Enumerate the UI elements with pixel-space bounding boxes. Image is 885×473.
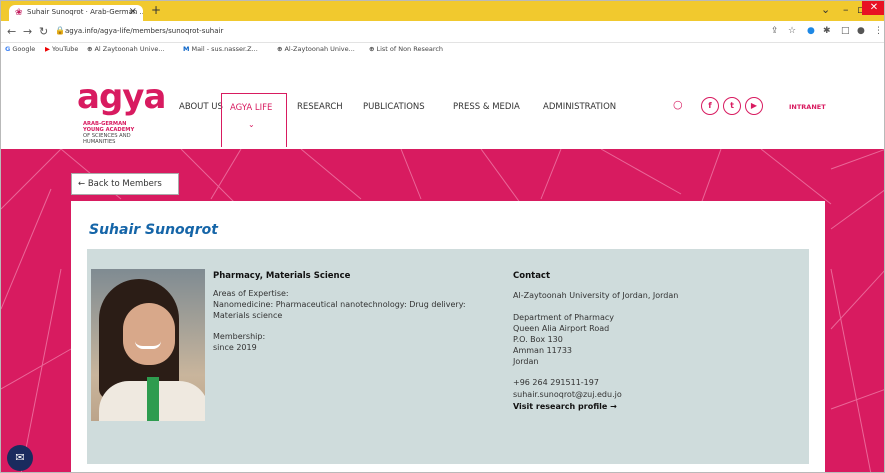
window-close-icon[interactable]: ✕ xyxy=(862,1,884,15)
sidebar-icon[interactable]: □ xyxy=(841,26,850,36)
logo-line: HUMANITIES xyxy=(83,139,116,145)
google-icon: G xyxy=(5,45,11,53)
url-bar[interactable]: 🔒 agya.info/agya-life/members/sunoqrot-s… xyxy=(55,25,815,39)
address-toolbar: ← → ↻ 🔒 agya.info/agya-life/members/suno… xyxy=(1,21,884,43)
nav-press-media[interactable]: PRESS & MEDIA xyxy=(453,102,520,112)
menu-kebab-icon[interactable]: ⋮ xyxy=(874,26,883,36)
bookmark-label: List of Non Research xyxy=(376,45,444,53)
membership-label: Membership: xyxy=(213,332,266,341)
reload-icon[interactable]: ↻ xyxy=(39,25,48,38)
browser-window: ❀ Suhair Sunoqrot · Arab-German ... × + … xyxy=(0,0,885,473)
extension-icon[interactable]: ● xyxy=(807,26,815,36)
member-photo xyxy=(91,269,205,421)
profile-card: Suhair Sunoqrot Pharmacy, Materials Scie… xyxy=(71,201,825,472)
bookmark-zaytoonah-1[interactable]: ⊕ Al Zaytoonah Unive... xyxy=(87,45,165,53)
url-text: agya.info/agya-life/members/sunoqrot-suh… xyxy=(65,27,224,35)
puzzle-extensions-icon[interactable]: ✱ xyxy=(823,26,831,36)
bookmark-mail[interactable]: M Mail - sus.nasser.Z... xyxy=(183,45,258,53)
visit-research-profile-link[interactable]: Visit research profile → xyxy=(513,402,617,411)
bookmarks-bar: G Google ▶ YouTube ⊕ Al Zaytoonah Unive... … xyxy=(1,43,884,57)
institution: Al-Zaytoonah University of Jordan, Jorda… xyxy=(513,291,679,300)
bookmark-google[interactable]: G Google xyxy=(5,45,35,53)
chevron-down-icon: ⌄ xyxy=(248,120,255,129)
back-to-members-button[interactable]: ← Back to Members xyxy=(71,173,179,195)
intranet-link[interactable]: INTRANET xyxy=(789,103,826,111)
address-line: Amman 11733 xyxy=(513,346,573,355)
twitter-icon[interactable]: t xyxy=(723,97,741,115)
forward-arrow-icon[interactable]: → xyxy=(23,25,32,38)
close-tab-icon[interactable]: × xyxy=(129,6,137,17)
logo-subtitle: ARAB-GERMAN YOUNG ACADEMY xyxy=(83,121,134,133)
bookmark-list-research[interactable]: ⊕ List of Non Research xyxy=(369,45,443,53)
nav-about-us[interactable]: ABOUT US xyxy=(179,102,223,112)
facebook-icon[interactable]: f xyxy=(701,97,719,115)
bookmark-star-icon[interactable]: ☆ xyxy=(788,26,796,36)
email-link[interactable]: suhair.sunoqrot@zuj.edu.jo xyxy=(513,390,622,400)
youtube-icon: ▶ xyxy=(45,45,50,53)
agya-logo[interactable]: agya ARAB-GERMAN YOUNG ACADEMY OF SCIENC… xyxy=(77,77,166,151)
tab-title: Suhair Sunoqrot · Arab-German ... xyxy=(27,8,143,16)
new-tab-button[interactable]: + xyxy=(151,3,161,17)
discipline-heading: Pharmacy, Materials Science xyxy=(213,271,351,281)
nav-research[interactable]: RESEARCH xyxy=(297,102,343,112)
bookmark-zaytoonah-2[interactable]: ⊕ Al-Zaytoonah Unive... xyxy=(277,45,355,53)
site-header: agya ARAB-GERMAN YOUNG ACADEMY OF SCIENC… xyxy=(1,57,884,151)
profile-info-box: Pharmacy, Materials Science Areas of Exp… xyxy=(87,249,809,464)
globe-icon: ⊕ xyxy=(87,45,93,53)
back-arrow-icon[interactable]: ← xyxy=(7,25,16,38)
nav-administration[interactable]: ADMINISTRATION xyxy=(543,102,616,112)
logo-wordmark: agya xyxy=(77,77,166,117)
address-line: P.O. Box 130 xyxy=(513,335,563,344)
nav-agya-life[interactable]: AGYA LIFE ⌄ xyxy=(221,93,287,147)
globe-icon: ⊕ xyxy=(277,45,283,53)
bookmark-label: Al-Zaytoonah Unive... xyxy=(284,45,355,53)
minimize-icon[interactable]: – xyxy=(843,3,849,16)
globe-icon: ⊕ xyxy=(369,45,375,53)
bookmark-label: Mail - sus.nasser.Z... xyxy=(191,45,258,53)
membership-value: since 2019 xyxy=(213,343,257,352)
share-icon[interactable]: ⇪ xyxy=(771,26,779,36)
site-favicon-icon: ❀ xyxy=(15,8,23,18)
tab-search-chevron-icon[interactable]: ⌄ xyxy=(821,3,830,16)
profile-icon[interactable]: ● xyxy=(857,26,865,36)
contact-heading: Contact xyxy=(513,271,551,281)
areas-value-2: Materials science xyxy=(213,311,283,320)
member-name: Suhair Sunoqrot xyxy=(89,222,218,238)
browser-tab[interactable]: ❀ Suhair Sunoqrot · Arab-German ... × xyxy=(9,5,143,21)
address-line: Jordan xyxy=(513,357,539,366)
logo-subtitle-2: OF SCIENCES AND HUMANITIES xyxy=(83,133,131,145)
bookmark-label: YouTube xyxy=(52,45,79,53)
search-icon[interactable]: ○ xyxy=(673,98,683,111)
areas-label: Areas of Expertise: xyxy=(213,289,289,298)
phone-number[interactable]: +96 264 291511-197 xyxy=(513,378,599,388)
chat-widget-icon[interactable]: ✉ xyxy=(7,445,33,471)
nav-agya-life-label: AGYA LIFE xyxy=(230,103,273,113)
mail-icon: M xyxy=(183,45,190,53)
bookmark-label: Google xyxy=(12,45,36,53)
tab-strip: ❀ Suhair Sunoqrot · Arab-German ... × + … xyxy=(1,1,884,21)
address-line: Department of Pharmacy xyxy=(513,313,614,322)
bookmark-label: Al Zaytoonah Unive... xyxy=(94,45,165,53)
lock-icon: 🔒 xyxy=(55,26,65,35)
bookmark-youtube[interactable]: ▶ YouTube xyxy=(45,45,78,53)
nav-publications[interactable]: PUBLICATIONS xyxy=(363,102,425,112)
areas-value: Nanomedicine: Pharmaceutical nanotechnol… xyxy=(213,300,466,309)
youtube-icon[interactable]: ▶ xyxy=(745,97,763,115)
address-line: Queen Alia Airport Road xyxy=(513,324,610,333)
